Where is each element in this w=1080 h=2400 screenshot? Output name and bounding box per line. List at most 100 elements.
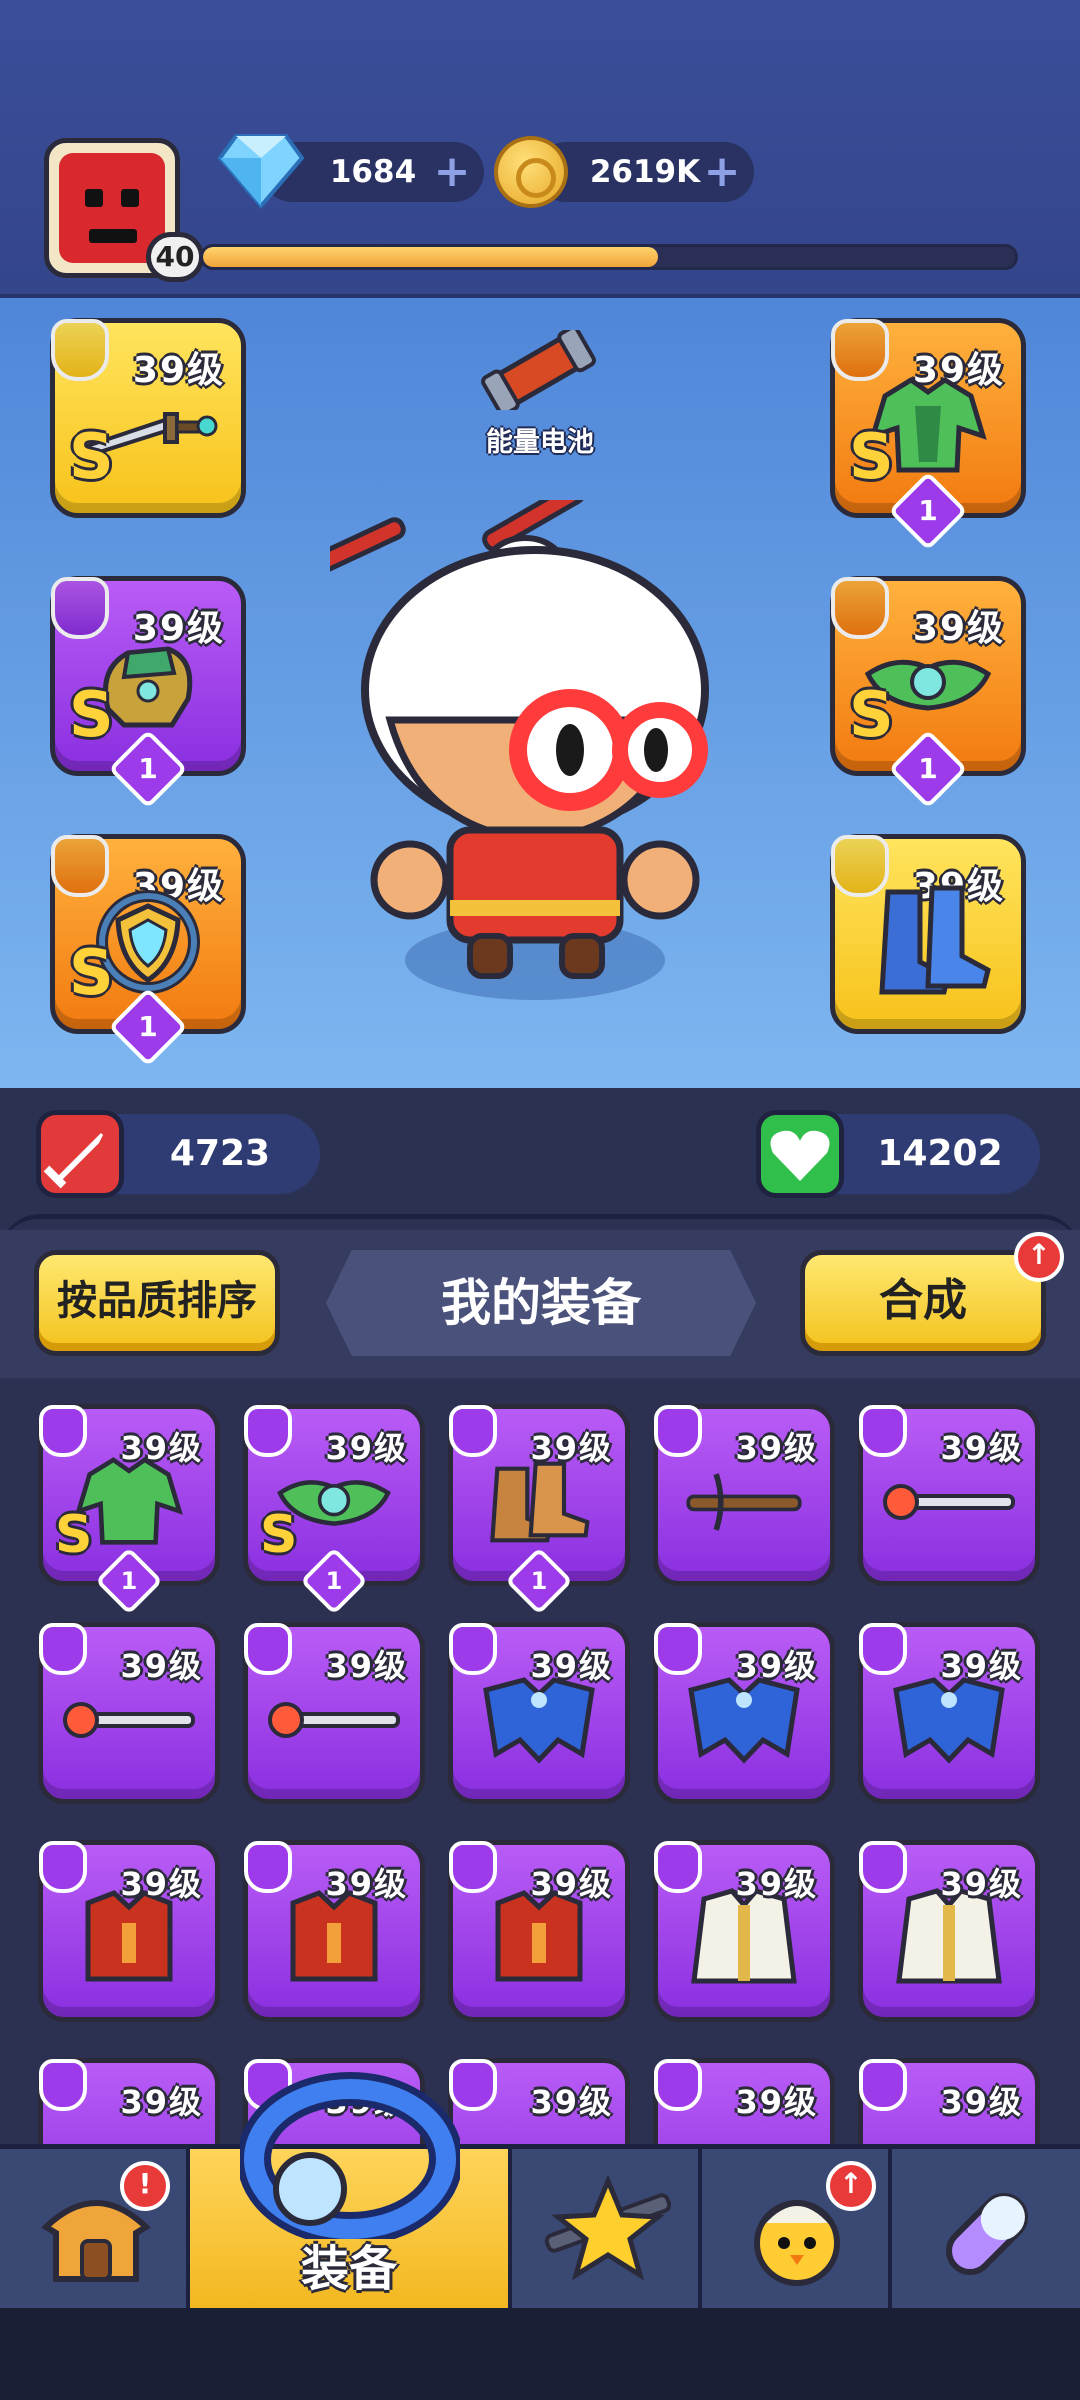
equip-slot-gloves[interactable]: 39级 S 1 xyxy=(50,576,246,809)
nav-battle[interactable] xyxy=(512,2149,702,2313)
item-level: 39级 xyxy=(530,1429,613,1467)
avatar-eye-left xyxy=(85,189,103,207)
player-level-badge: 40 xyxy=(146,232,204,282)
star-guns-icon xyxy=(544,2175,672,2281)
nav-shop[interactable]: ! xyxy=(0,2149,190,2313)
attack-value: 4723 xyxy=(169,1133,271,1174)
inventory-item-red-vest[interactable]: 39级 xyxy=(448,1840,630,2022)
avatar-eye-right xyxy=(121,189,139,207)
crossbow-icon xyxy=(686,1473,802,1531)
rank-badge: S xyxy=(55,1505,93,1565)
item-level: 39级 xyxy=(530,1865,613,1903)
rank-badge: S xyxy=(849,420,894,493)
inventory-item-blue-armor[interactable]: 39级 xyxy=(653,1622,835,1804)
inventory-item-leaf-armor[interactable]: 39级 S 1 xyxy=(38,1404,220,1615)
item-level: 39级 xyxy=(940,2083,1023,2121)
belt-type-icon xyxy=(244,1405,292,1457)
coin-icon xyxy=(494,136,568,208)
item-level: 39级 xyxy=(940,1865,1023,1903)
inventory-item-red-vest[interactable]: 39级 xyxy=(243,1840,425,2022)
merge-button[interactable]: 合成 xyxy=(800,1250,1046,1356)
boots-type-icon xyxy=(449,1405,497,1457)
coin-counter: 2619K + xyxy=(536,142,754,202)
health-stat: 14202 xyxy=(756,1110,1040,1198)
xp-progress-bar xyxy=(200,244,1018,270)
inventory-item-blue-armor[interactable]: 39级 xyxy=(448,1622,630,1804)
item-level: 39级 xyxy=(120,1647,203,1685)
health-value: 14202 xyxy=(877,1133,1003,1174)
add-gems-button[interactable]: + xyxy=(432,150,472,194)
belt-type-icon xyxy=(831,577,889,639)
energy-battery-label: 能量电池 xyxy=(486,427,594,458)
weapon-type-icon xyxy=(244,1623,292,1675)
inventory-item-red-vest[interactable]: 39级 xyxy=(38,1840,220,2022)
hero-character[interactable] xyxy=(330,500,740,1020)
armor-type-icon xyxy=(39,2059,87,2111)
bottom-nav: ! 装备 ↑ xyxy=(0,2072,1080,2313)
capsule-icon xyxy=(946,2193,1028,2275)
shop-alert-icon: ! xyxy=(120,2161,170,2211)
equip-slot-armor[interactable]: 39级 S 1 xyxy=(830,318,1026,551)
inventory-item-white-robe[interactable]: 39级 xyxy=(858,1840,1040,2022)
inventory-item-staff[interactable]: 39级 xyxy=(243,1622,425,1804)
sword-icon xyxy=(36,1110,124,1198)
weapon-type-icon xyxy=(654,1405,702,1457)
nav-equipment[interactable]: 装备 xyxy=(190,2072,512,2313)
armor-type-icon xyxy=(654,2059,702,2111)
equip-slot-belt[interactable]: 39级 S 1 xyxy=(830,576,1026,809)
nav-pets[interactable]: ↑ xyxy=(702,2149,892,2313)
item-level: 39级 xyxy=(120,1429,203,1467)
inventory-item-crossbow[interactable]: 39级 xyxy=(653,1404,835,1586)
inventory-item-staff[interactable]: 39级 xyxy=(38,1622,220,1804)
rank-badge: S xyxy=(69,420,114,493)
armor-type-icon xyxy=(654,1623,702,1675)
avatar-mouth xyxy=(89,229,137,243)
inventory-item-leaf-belt[interactable]: 39级 S 1 xyxy=(243,1404,425,1615)
orb-staff-icon xyxy=(63,1701,195,1738)
item-level: 39级 xyxy=(735,1647,818,1685)
weapon-type-icon xyxy=(51,319,109,381)
weapon-type-icon xyxy=(859,1405,907,1457)
item-level: 39级 xyxy=(120,2083,203,2121)
item-level: 39级 xyxy=(735,2083,818,2121)
sort-by-quality-button[interactable]: 按品质排序 xyxy=(34,1250,280,1356)
nav-items[interactable] xyxy=(892,2149,1080,2313)
equip-slot-weapon[interactable]: 39级 S xyxy=(50,318,246,518)
weapon-type-icon xyxy=(39,1623,87,1675)
ring-icon xyxy=(240,2072,460,2239)
rank-badge: S xyxy=(849,678,894,751)
energy-battery-icon[interactable] xyxy=(476,330,600,410)
add-coins-button[interactable]: + xyxy=(702,150,742,194)
nav-equipment-label: 装备 xyxy=(300,2241,397,2297)
inventory-item-white-robe[interactable]: 39级 xyxy=(653,1840,835,2022)
item-level: 39级 xyxy=(325,1865,408,1903)
rank-badge: S xyxy=(260,1505,298,1565)
gem-icon xyxy=(217,134,305,210)
inventory-title: 我的装备 xyxy=(326,1250,756,1356)
inventory-item-staff[interactable]: 39级 xyxy=(858,1404,1040,1586)
orb-staff-icon xyxy=(268,1701,400,1738)
item-level: 39级 xyxy=(530,1647,613,1685)
equip-slot-amulet[interactable]: 39级 S 1 xyxy=(50,834,246,1067)
equip-slot-boots[interactable]: 39级 xyxy=(830,834,1026,1034)
pets-upgrade-icon: ↑ xyxy=(826,2161,876,2211)
inventory-item-blue-armor[interactable]: 39级 xyxy=(858,1622,1040,1804)
rank-badge: S xyxy=(69,936,114,1009)
inventory-item-leather-boots[interactable]: 39级 1 xyxy=(448,1404,630,1615)
orb-staff-icon xyxy=(883,1483,1015,1520)
item-level: 39级 xyxy=(735,1429,818,1467)
item-level: 39级 xyxy=(940,1647,1023,1685)
item-level: 39级 xyxy=(325,1429,408,1467)
item-level: 39级 xyxy=(940,1429,1023,1467)
armor-type-icon xyxy=(859,1623,907,1675)
attack-stat: 4723 xyxy=(36,1110,320,1198)
heart-icon xyxy=(756,1110,844,1198)
armor-type-icon xyxy=(449,1623,497,1675)
item-level: 39级 xyxy=(120,1865,203,1903)
item-level: 39级 xyxy=(530,2083,613,2121)
xp-progress-fill xyxy=(203,247,658,267)
merge-upgrade-icon: ↑ xyxy=(1014,1232,1064,1282)
system-gesture-area xyxy=(0,2308,1080,2400)
blue-boots-icon xyxy=(879,885,991,995)
item-level: 39级 xyxy=(735,1865,818,1903)
